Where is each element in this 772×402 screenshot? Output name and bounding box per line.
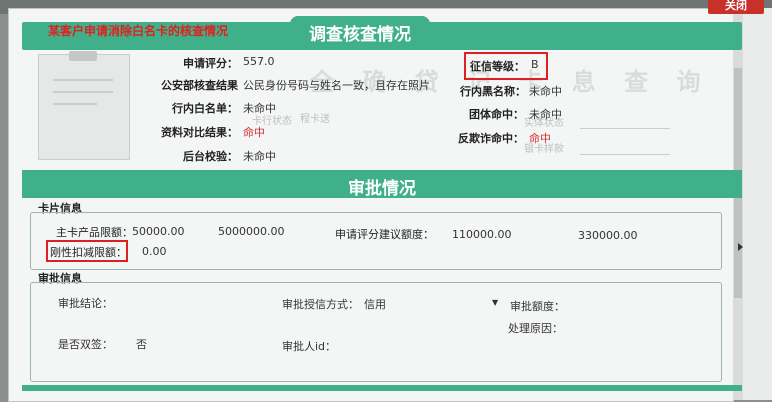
antifraud-label: 反欺诈命中： [458,132,524,145]
police-check-value: 公民身份号码与姓名一致，且存在照片 [243,79,430,92]
whitelist-value: 未命中 [243,102,276,115]
clipboard-line [53,79,113,81]
reason-label: 处理原因： [508,322,563,335]
chevron-down-icon[interactable]: ▼ [492,298,498,307]
antifraud-value: 命中 [529,132,551,145]
mouse-cursor-icon [738,243,743,251]
annotation-note: 某客户申请消除白名卡的核查情况 [48,24,229,38]
suggest-limit-label: 申请评分建议额度： [335,228,434,241]
apply-score-label: 申请评分： [183,57,238,70]
apply-score-value: 557.0 [243,55,275,68]
close-button[interactable]: 关闭 [708,0,764,14]
faint-divider [580,154,670,155]
doc-compare-value: 命中 [243,126,265,139]
suggest-limit-max: 330000.00 [578,229,638,242]
credit-grade-value: B [531,58,539,71]
grant-method-label: 审批授信方式： [282,298,359,311]
approval-title: 审批情况 [348,179,416,199]
faint-divider [580,128,670,129]
bottom-accent-bar [22,385,742,391]
suggest-limit-min: 110000.00 [452,228,512,241]
credit-grade-label: 征信等级： [470,60,525,73]
group-hit-label: 团体命中： [469,108,524,121]
whitelist-label: 行内白名单： [172,102,238,115]
rigid-limit-label: 刚性扣减限额： [50,246,127,259]
clipboard-line [53,91,113,93]
clip-icon [69,51,97,61]
clipboard-line [53,103,97,105]
clipboard-icon [38,51,130,160]
blacklist-value: 未命中 [529,85,562,98]
survey-title: 调查核查情况 [309,25,411,45]
police-check-label: 公安部核查结果 [161,79,238,92]
backend-check-value: 未命中 [243,150,276,163]
main-limit-min: 50000.00 [132,225,185,238]
grant-method-select[interactable]: 信用 [364,296,386,312]
faint-text: 程卡送 [300,114,330,125]
blacklist-label: 行内黑名称： [460,85,526,98]
main-limit-max: 5000000.00 [218,225,285,238]
approver-id-label: 审批人id： [282,340,337,353]
doc-compare-label: 资料对比结果： [161,126,238,139]
approval-amount-label: 审批额度： [510,300,565,313]
right-strip [743,8,772,400]
conclusion-label: 审批结论： [58,297,113,310]
group-hit-value: 未命中 [529,108,562,121]
rigid-limit-value: 0.00 [142,245,167,258]
backend-check-label: 后台校验： [183,150,238,163]
main-limit-label: 主卡产品限额： [56,226,133,239]
dual-sign-label: 是否双签： [58,338,113,351]
dual-sign-value[interactable]: 否 [136,336,147,352]
vertical-scrollbar[interactable] [733,8,743,400]
